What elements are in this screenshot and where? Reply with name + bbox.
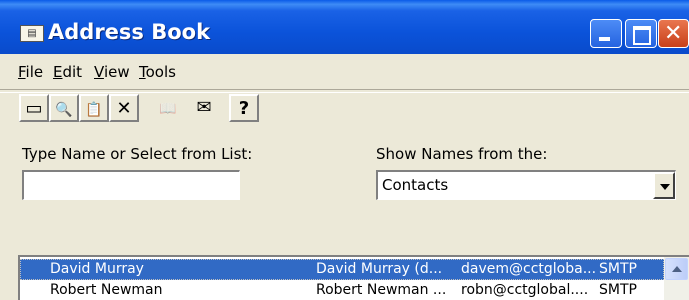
contact-name: Robert Newman	[50, 282, 163, 298]
new-message-button[interactable]: ✉	[191, 94, 217, 122]
title-bar[interactable]: ▤ Address Book ✕	[0, 0, 689, 54]
maximize-button[interactable]	[625, 19, 657, 48]
menu-tools[interactable]: Tools	[139, 63, 176, 81]
address-book-icon: ▤	[20, 25, 44, 42]
delete-button[interactable]: ✕	[109, 94, 139, 122]
minimize-button[interactable]	[590, 19, 622, 48]
help-button[interactable]: ?	[229, 94, 259, 122]
help-icon: ?	[238, 98, 250, 119]
list-item[interactable]: Robert Newman Robert Newman ... robn@cct…	[20, 280, 664, 300]
new-entry-icon: ▭	[25, 98, 43, 119]
list-item[interactable]: David Murray David Murray (d... davem@cc…	[20, 259, 664, 280]
contact-type: SMTP	[599, 261, 637, 277]
find-people-button[interactable]: 🔍	[49, 94, 79, 122]
contact-name: David Murray	[50, 261, 144, 277]
menu-edit[interactable]: Edit	[53, 63, 82, 81]
menu-file[interactable]: File	[18, 63, 43, 81]
contacts-list[interactable]: David Murray David Murray (d... davem@cc…	[18, 255, 689, 300]
properties-icon: 📋	[85, 102, 103, 118]
contact-display: Robert Newman ...	[316, 282, 447, 298]
source-select[interactable]: Contacts	[376, 170, 676, 200]
close-icon: ✕	[664, 21, 683, 46]
scroll-up-icon[interactable]	[665, 258, 688, 280]
menu-view[interactable]: View	[94, 63, 130, 81]
vertical-scrollbar[interactable]	[664, 257, 689, 300]
address-book-disabled-button: 📖	[155, 94, 181, 122]
contact-email: davem@cctgloba...	[461, 261, 596, 277]
menu-bar: File Edit View Tools	[0, 57, 689, 87]
address-book-disabled-icon: 📖	[159, 101, 177, 117]
find-people-icon: 🔍	[55, 102, 73, 118]
source-label: Show Names from the:	[376, 145, 548, 163]
menu-separator	[0, 89, 689, 93]
properties-button[interactable]: 📋	[79, 94, 109, 122]
new-message-icon: ✉	[196, 97, 212, 118]
close-button[interactable]: ✕	[658, 19, 689, 48]
contact-type: SMTP	[599, 282, 637, 298]
window-title: Address Book	[48, 20, 211, 44]
search-input[interactable]	[22, 170, 240, 200]
address-book-window: ▤ Address Book ✕ File Edit View Tools ▭ …	[0, 0, 689, 300]
contact-display: David Murray (d...	[316, 261, 443, 277]
delete-icon: ✕	[116, 98, 132, 119]
chevron-down-icon[interactable]	[653, 172, 675, 199]
new-entry-button[interactable]: ▭	[19, 94, 49, 122]
search-label: Type Name or Select from List:	[22, 145, 253, 163]
source-select-value: Contacts	[382, 176, 449, 194]
contact-email: robn@cctglobal....	[461, 282, 589, 298]
